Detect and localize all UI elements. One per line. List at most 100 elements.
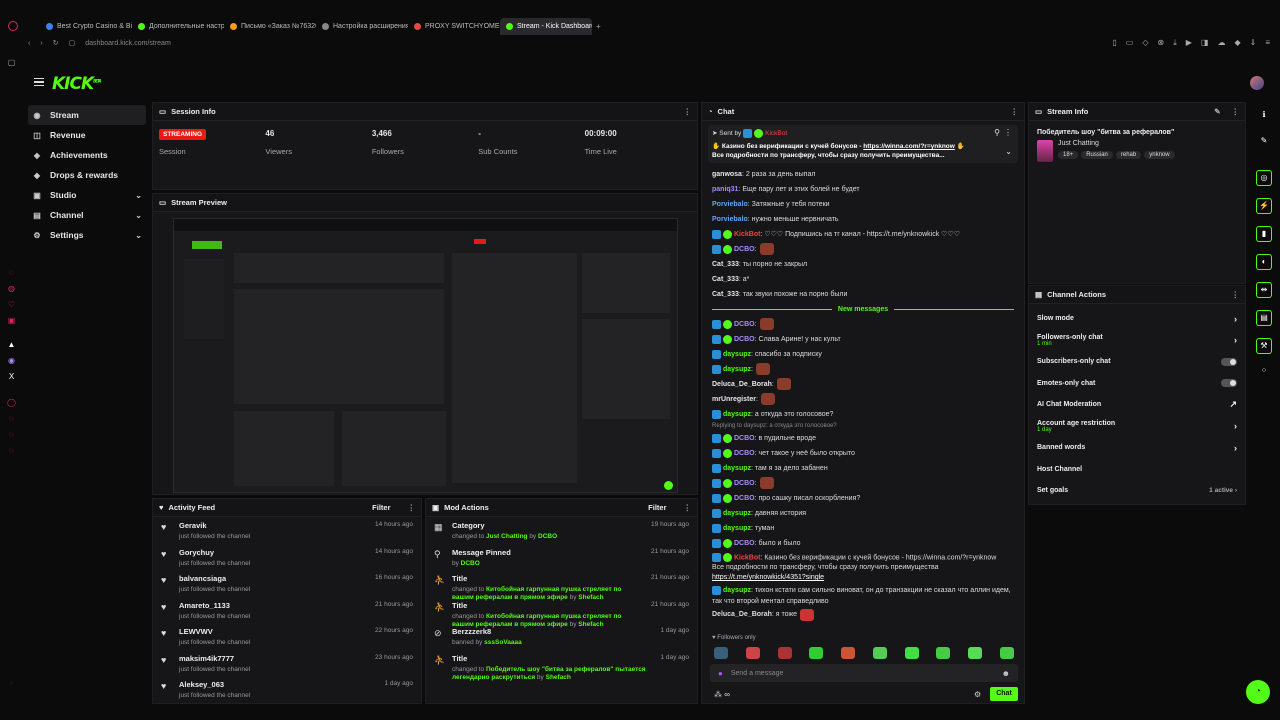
chat-username[interactable]: daysupz [723, 465, 751, 472]
chat-message[interactable]: Cat_333: ты порно не закрыл [702, 257, 1024, 272]
sidebar-app-3-icon[interactable]: ♡ [7, 300, 16, 309]
chat-input-placeholder[interactable]: Send a message [731, 670, 784, 677]
help-chat-button[interactable]: ◔ [1246, 680, 1270, 704]
sidebar-app-5-icon[interactable]: ▲ [7, 340, 16, 349]
category-name[interactable]: Just Chatting [1058, 140, 1175, 147]
list-item[interactable]: ♥ Amareto_1133 just followed the channel 21… [153, 597, 421, 624]
list-item[interactable]: ⛹ Title changed to Победитель шоу "битва з… [426, 650, 697, 681]
chat-message[interactable]: daysupz: спасибо за подписку [702, 347, 1024, 362]
chat-tools-icon[interactable]: ⁂ ∞ [714, 690, 730, 699]
sidebar-app-4-icon[interactable]: ▣ [7, 316, 16, 325]
emote-8[interactable] [936, 647, 951, 659]
pinned-link[interactable]: https://winna.com/?r=ynknow [863, 143, 955, 150]
back-icon[interactable]: ‹ [28, 40, 30, 47]
sidebar-app-6-icon[interactable]: ◉ [7, 356, 16, 365]
chat-username[interactable]: mrUnregister [712, 396, 756, 403]
chat-username[interactable]: paniq31 [712, 186, 738, 193]
chat-username[interactable]: DCBO [734, 336, 755, 343]
chat-message[interactable]: KickBot: ♡♡♡ Подпишись на тг канал - htt… [702, 227, 1024, 242]
chat-username[interactable]: daysupz [723, 366, 751, 373]
chat-message[interactable]: Deluca_De_Borah: [702, 377, 1024, 392]
x-icon[interactable]: X [7, 372, 16, 381]
list-item[interactable]: ⚲ Message Pinned by DCBO 21 hours ago [426, 544, 697, 571]
chat-username[interactable]: DCBO [734, 495, 755, 502]
filter-button[interactable]: Filter [648, 503, 666, 512]
chat-username[interactable]: DCBO [734, 540, 755, 547]
chat-username[interactable]: Deluca_De_Borah [712, 611, 772, 618]
chat-username[interactable]: daysupz [723, 411, 751, 418]
emote-4[interactable] [809, 647, 824, 659]
edit-icon[interactable]: ✎ [1256, 134, 1272, 150]
list-item[interactable]: ⛹ Title changed to Китобойная гарпунная пу… [426, 597, 697, 628]
chat-link[interactable]: https://t.me/ynknowkick/4351?single [702, 573, 1024, 583]
chat-message[interactable]: DCBO: чет такое у неё было открыто [702, 446, 1024, 461]
add-action-icon[interactable]: ⁘ [1256, 364, 1272, 380]
mod-highlight[interactable]: Just Chatting [486, 533, 528, 540]
chat-username[interactable]: DCBO [734, 321, 755, 328]
category-thumbnail[interactable] [1037, 140, 1053, 162]
chat-username[interactable]: DCBO [734, 435, 755, 442]
url-text[interactable]: dashboard.kick.com/stream [85, 40, 171, 47]
hamburger-icon[interactable] [34, 78, 44, 86]
browser-tab[interactable]: Настройка расширения [316, 18, 408, 35]
follower-name[interactable]: LEWVWV [179, 627, 367, 636]
emote-6[interactable] [872, 647, 887, 659]
chat-username[interactable]: Cat_333 [712, 291, 739, 298]
list-item[interactable]: ♥ Aleksey_063 just followed the channel 1 d… [153, 676, 421, 703]
wrench-icon[interactable]: ⚒ [1256, 338, 1272, 354]
channel-action-followers-only-chat[interactable]: Followers-only chat 1 min › [1029, 330, 1245, 352]
more-icon[interactable]: ⋮ [684, 107, 692, 116]
follower-name[interactable]: Geravik [179, 521, 367, 530]
channel-action-slow-mode[interactable]: Slow mode › [1029, 308, 1245, 330]
new-messages-divider[interactable]: New messages [702, 302, 1024, 317]
sidebar-app-8-icon[interactable]: ◌ [7, 414, 16, 423]
quick-action-2-icon[interactable]: ⚡ [1256, 198, 1272, 214]
chat-username[interactable]: daysupz [723, 351, 751, 358]
chat-username[interactable]: daysupz [723, 510, 751, 517]
follower-name[interactable]: Aleksey_063 [179, 680, 376, 689]
sidebar-app-10-icon[interactable]: ◌ [7, 446, 16, 455]
channel-action-banned-words[interactable]: Banned words › [1029, 437, 1245, 459]
chat-username[interactable]: Cat_333 [712, 261, 739, 268]
chat-message[interactable]: DCBO: [702, 476, 1024, 491]
quick-action-3-icon[interactable]: ▮ [1256, 226, 1272, 242]
chat-message[interactable]: daysupz: [702, 362, 1024, 377]
chat-username[interactable]: DCBO [734, 246, 755, 253]
forward-icon[interactable]: › [40, 40, 42, 47]
vpn-icon[interactable]: ⊗ [1158, 38, 1165, 48]
sidebar-item-achievements[interactable]: ◈ Achievements [28, 145, 146, 165]
toggle-switch[interactable] [1221, 357, 1237, 366]
browser-tab[interactable]: Best Crypto Casino & Bitc [40, 18, 132, 35]
sidebar-item-stream[interactable]: ◉ Stream [28, 105, 146, 125]
chat-message[interactable]: ganwosa: 2 раза за день выпал [702, 167, 1024, 182]
tag[interactable]: rehab [1115, 151, 1142, 159]
channel-action-set-goals[interactable]: Set goals 1 active › [1029, 480, 1245, 502]
more-icon[interactable]: ⋮ [1232, 290, 1240, 299]
send-chat-button[interactable]: Chat [990, 687, 1018, 701]
chat-username[interactable]: daysupz [723, 525, 751, 532]
emoji-icon[interactable]: ☻ [1002, 669, 1010, 678]
chevron-down-icon[interactable]: ⌄ [1005, 147, 1012, 156]
chat-username[interactable]: KickBot [734, 554, 760, 561]
chat-message[interactable]: paniq31: Еще пару лет и этих болей не бу… [702, 182, 1024, 197]
list-item[interactable]: ♥ Geravik just followed the channel 14 hour… [153, 517, 421, 544]
puzzle-icon[interactable]: ◆ [1234, 38, 1240, 48]
filter-button[interactable]: Filter [372, 503, 390, 512]
chat-username[interactable]: DCBO [734, 450, 755, 457]
emote-10[interactable] [999, 647, 1014, 659]
chat-message[interactable]: daysupz: туман [702, 521, 1024, 536]
more-icon[interactable]: ⋮ [1004, 128, 1012, 137]
chat-message[interactable]: Porviebalo: нужно меньше нервничать [702, 212, 1024, 227]
wallet-icon[interactable]: ◨ [1201, 38, 1209, 48]
address-bar[interactable]: ‹ › ↻ ▢ dashboard.kick.com/stream [0, 35, 1280, 51]
chat-message[interactable]: DCBO: [702, 242, 1024, 257]
list-item[interactable]: ♥ Gorychuy just followed the channel 14 hou… [153, 544, 421, 571]
follower-name[interactable]: maksim4ik7777 [179, 654, 367, 663]
chat-username[interactable]: daysupz [723, 587, 751, 594]
chat-message[interactable]: Deluca_De_Borah: я тоже [702, 607, 1024, 622]
chat-username[interactable]: Deluca_De_Borah [712, 381, 772, 388]
kick-logo[interactable]: KICKBETA [52, 74, 101, 94]
chat-username[interactable]: Porviebalo [712, 201, 748, 208]
list-item[interactable]: ♥ balvancsiaga just followed the channel 16… [153, 570, 421, 597]
chat-message[interactable]: KickBot: Казино без верификации с кучей … [702, 551, 1024, 563]
